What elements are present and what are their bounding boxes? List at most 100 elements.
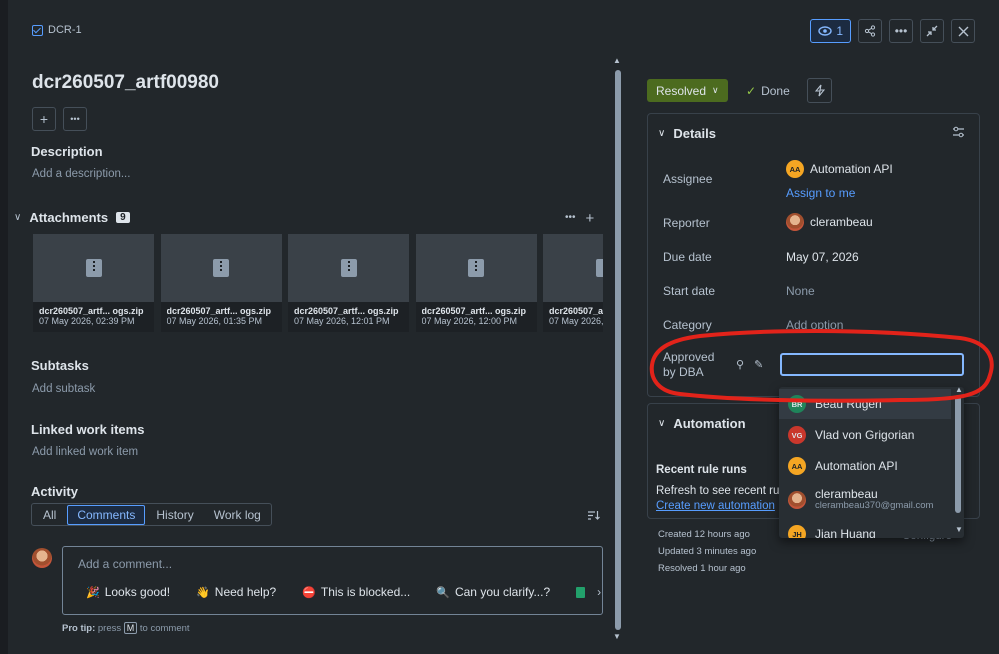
field-actions: ⚲ ✎ <box>736 358 763 371</box>
chevron-down-icon: ∨ <box>712 85 719 95</box>
avatar: AA <box>788 457 806 475</box>
add-subtask[interactable]: Add subtask <box>32 383 95 395</box>
quick-reply-looks-good[interactable]: 🎉 Looks good! <box>86 585 170 599</box>
activity-heading: Activity <box>31 484 78 499</box>
tab-comments[interactable]: Comments <box>67 504 146 525</box>
attachment-tile[interactable]: dcr260507_artf... ogs.zip 07 May 2026, 02… <box>33 234 154 332</box>
issue-key[interactable]: DCR-1 <box>48 24 82 36</box>
issue-title[interactable]: dcr260507_artf00980 <box>32 72 219 94</box>
scroll-down-icon[interactable]: ▼ <box>613 632 621 641</box>
more-actions-button[interactable]: ••• <box>889 19 913 43</box>
more-options-button[interactable]: ••• <box>63 107 87 131</box>
chevron-down-icon[interactable]: ∨ <box>14 212 21 223</box>
quick-reply-need-help[interactable]: 👋 Need help? <box>196 585 276 599</box>
dropdown-scrollbar[interactable] <box>955 395 961 513</box>
zip-file-icon <box>213 259 229 277</box>
create-automation-link[interactable]: Create new automation <box>656 500 781 512</box>
user-option[interactable]: VG Vlad von Grigorian <box>779 420 951 450</box>
user-option[interactable]: clerambeau clerambeau370@gmail.com <box>779 484 951 516</box>
attachment-tile[interactable]: dcr260507_artf... ogs.zip 07 May 2026, 01… <box>160 234 282 332</box>
issue-modal: DCR-1 1 ••• dcr260507_artf00980 + ••• De… <box>0 0 999 654</box>
attachment-meta: dcr260507_artf... ogs.zip07 May 2026, 11… <box>543 302 603 332</box>
details-header[interactable]: ∨ Details <box>658 126 716 141</box>
due-date-label: Due date <box>663 250 712 264</box>
category-value[interactable]: Add option <box>786 318 843 332</box>
pin-icon[interactable]: ⚲ <box>736 358 744 371</box>
attachment-name: dcr260507_artf... ogs.zip <box>39 306 144 316</box>
automation-button[interactable] <box>807 78 832 103</box>
tab-history[interactable]: History <box>147 506 202 524</box>
assign-to-me-link[interactable]: Assign to me <box>786 186 855 200</box>
attachment-thumbnail <box>543 234 603 302</box>
breadcrumb[interactable]: DCR-1 <box>32 24 82 36</box>
scroll-up-icon[interactable]: ▲ <box>955 387 963 394</box>
refresh-text: Refresh to see recent runs. <box>656 485 781 497</box>
quick-reply-blocked[interactable]: ⛔ This is blocked... <box>302 585 410 599</box>
more-icon: ••• <box>70 114 80 124</box>
attachments-strip[interactable]: dcr260507_artf... ogs.zip 07 May 2026, 02… <box>33 234 603 332</box>
updated-time: Updated 3 minutes ago <box>658 546 757 557</box>
quick-reply-clarify[interactable]: 🔍 Can you clarify...? <box>436 585 550 599</box>
share-icon <box>864 25 876 37</box>
check-icon: ✓ <box>746 84 757 98</box>
chevron-right-icon[interactable]: › <box>597 585 601 599</box>
minimize-button[interactable] <box>920 19 944 43</box>
attachments-header[interactable]: ∨ Attachments 9 <box>14 210 130 225</box>
scrollbar-thumb[interactable] <box>615 70 621 630</box>
attachment-meta: dcr260507_artf... ogs.zip 07 May 2026, 12… <box>288 302 409 332</box>
subtasks-heading: Subtasks <box>31 358 89 373</box>
approved-by-dba-input[interactable] <box>780 353 964 376</box>
attachment-thumbnail <box>33 234 154 302</box>
party-icon: 🎉 <box>86 586 100 599</box>
more-icon: ••• <box>894 24 908 38</box>
recent-rule-runs-heading: Recent rule runs <box>656 464 747 476</box>
reporter-value[interactable]: clerambeau <box>786 213 873 231</box>
keyboard-key: M <box>123 622 138 634</box>
settings-icon[interactable] <box>952 126 965 141</box>
user-option[interactable]: JH Jian Huang <box>779 519 951 538</box>
attachment-tile[interactable]: dcr260507_artf... ogs.zip07 May 2026, 11… <box>543 234 603 332</box>
chevron-down-icon: ∨ <box>658 128 666 139</box>
sort-icon[interactable] <box>587 510 600 524</box>
tab-work-log[interactable]: Work log <box>205 506 270 524</box>
eye-icon <box>818 26 833 36</box>
more-icon[interactable]: ••• <box>565 210 576 227</box>
automation-header[interactable]: ∨ Automation <box>658 416 746 431</box>
scroll-down-icon[interactable]: ▼ <box>955 525 963 534</box>
attachment-thumbnail <box>415 234 537 302</box>
comment-placeholder: Add a comment... <box>78 557 173 571</box>
scroll-up-icon[interactable]: ▲ <box>613 56 621 65</box>
user-option[interactable]: AA Automation API <box>779 451 951 481</box>
assignee-value[interactable]: AA Automation API <box>786 160 893 178</box>
edit-icon[interactable]: ✎ <box>754 358 763 371</box>
task-type-icon <box>32 24 43 36</box>
user-option[interactable]: BR Beau Rugeri <box>779 389 951 419</box>
add-linked-item[interactable]: Add linked work item <box>32 446 138 458</box>
description-field[interactable]: Add a description... <box>32 168 130 180</box>
attachment-name: dcr260507_artf... ogs.zip <box>166 306 272 316</box>
resolved-time: Resolved 1 hour ago <box>658 563 746 574</box>
description-heading: Description <box>31 144 103 159</box>
add-button[interactable]: + <box>32 107 56 131</box>
tab-all[interactable]: All <box>34 506 65 524</box>
add-attachment-icon[interactable]: + <box>586 210 595 227</box>
chevron-down-icon: ∨ <box>658 418 666 429</box>
attachment-meta: dcr260507_artf... ogs.zip 07 May 2026, 01… <box>160 302 282 332</box>
left-scrollbar[interactable]: ▲ ▼ <box>612 56 624 641</box>
status-dropdown[interactable]: Resolved ∨ <box>647 79 728 102</box>
attachment-actions: ••• + <box>565 210 594 227</box>
attachment-tile[interactable]: dcr260507_artf... ogs.zip 07 May 2026, 12… <box>288 234 409 332</box>
details-panel: ∨ Details Assignee AA Automation API Ass… <box>647 113 980 397</box>
start-date-value[interactable]: None <box>786 284 815 298</box>
reporter-label: Reporter <box>663 216 710 230</box>
comment-input[interactable]: Add a comment... 🎉 Looks good! 👋 Need help… <box>62 546 603 615</box>
close-button[interactable] <box>951 19 975 43</box>
check-icon[interactable] <box>576 586 586 598</box>
share-button[interactable] <box>858 19 882 43</box>
attachment-tile[interactable]: dcr260507_artf... ogs.zip 07 May 2026, 12… <box>415 234 537 332</box>
done-button[interactable]: ✓ Done <box>746 84 790 98</box>
due-date-value[interactable]: May 07, 2026 <box>786 250 859 264</box>
approved-by-dba-label: Approved <box>663 350 715 364</box>
attachment-date: 07 May 2026, 12:00 PM <box>421 316 518 326</box>
watch-button[interactable]: 1 <box>810 19 851 43</box>
